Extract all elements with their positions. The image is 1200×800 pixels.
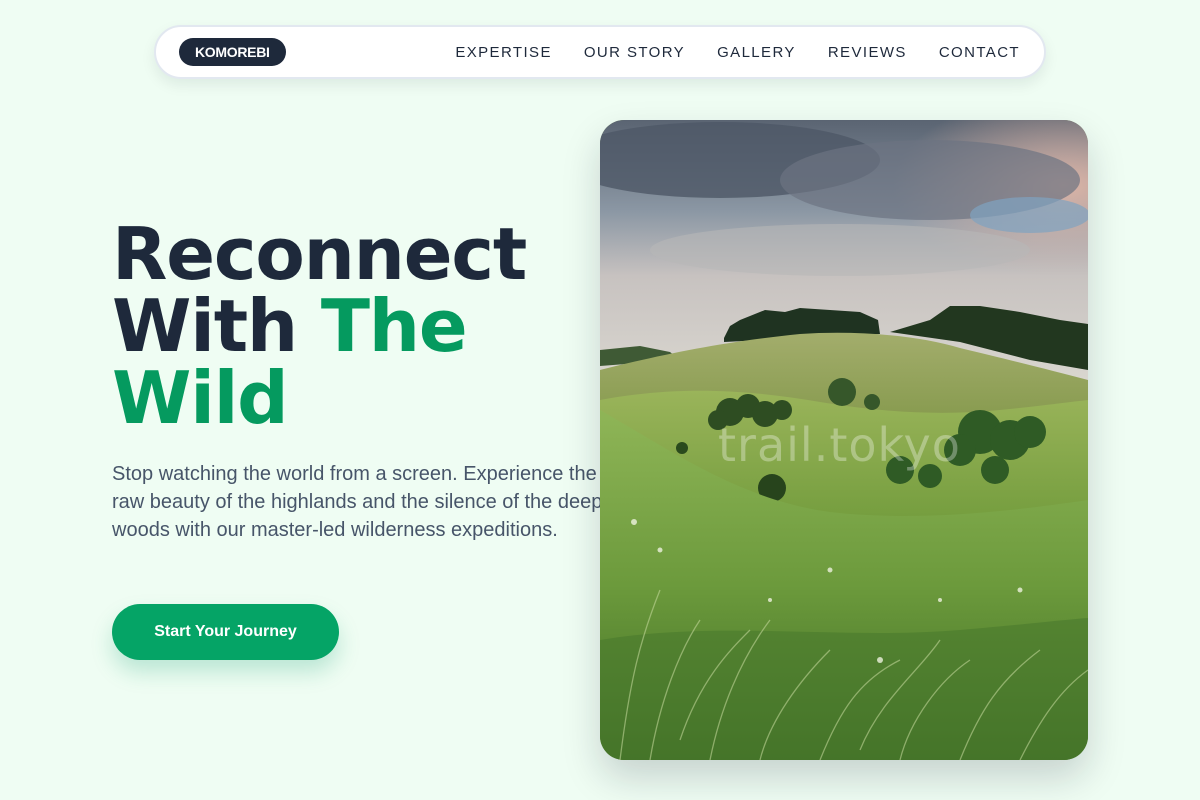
hero-title-line-2: With The	[112, 290, 526, 362]
hero-description: Stop watching the world from a screen. E…	[112, 463, 603, 541]
hero-title-line-1: Reconnect	[112, 212, 527, 296]
blue-sky-patch	[970, 197, 1088, 233]
bush	[676, 442, 688, 454]
brand-logo[interactable]: KOMOREBI	[179, 38, 286, 66]
image-watermark: trail.tokyo	[718, 418, 961, 472]
hero-title-line-3: Wild	[112, 356, 289, 440]
start-journey-button[interactable]: Start Your Journey	[112, 604, 339, 660]
hero-title-the: The	[320, 284, 468, 368]
nav-link-our-story[interactable]: OUR STORY	[584, 44, 685, 61]
cloud	[650, 224, 1030, 276]
nav-link-expertise[interactable]: EXPERTISE	[455, 44, 552, 61]
nav-links: EXPERTISE OUR STORY GALLERY REVIEWS CONT…	[423, 44, 1020, 61]
hero-title: Reconnect With The Wild	[112, 212, 527, 440]
foreground-grass-dark	[600, 618, 1088, 760]
nav-link-gallery[interactable]: GALLERY	[717, 44, 796, 61]
nav-link-contact[interactable]: CONTACT	[939, 44, 1020, 61]
top-navigation: KOMOREBI EXPERTISE OUR STORY GALLERY REV…	[154, 25, 1046, 79]
nav-link-reviews[interactable]: REVIEWS	[828, 44, 907, 61]
hero-landscape-image: trail.tokyo	[600, 120, 1088, 760]
